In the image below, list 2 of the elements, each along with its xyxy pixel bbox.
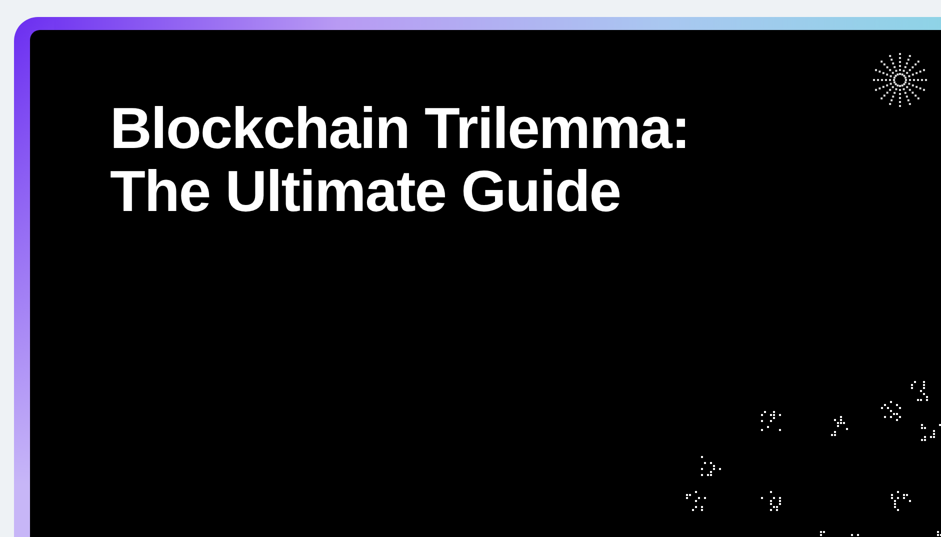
emblem-icon [872, 52, 928, 108]
banner-title: Blockchain Trilemma: The Ultimate Guide [110, 98, 691, 224]
